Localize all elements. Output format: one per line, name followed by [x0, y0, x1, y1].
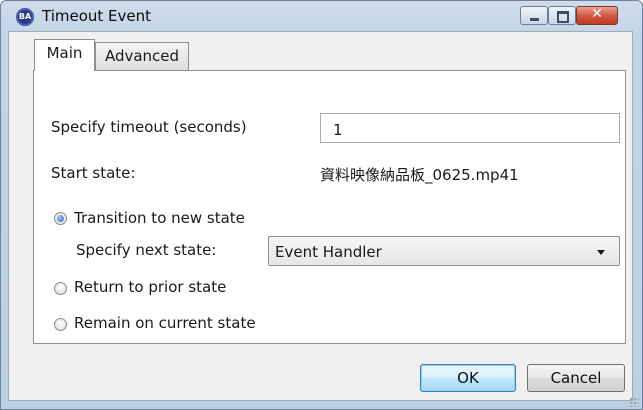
timeout-label: Specify timeout (seconds) — [51, 118, 247, 136]
return-prior-label[interactable]: Return to prior state — [74, 278, 226, 296]
ok-button[interactable]: OK — [420, 364, 516, 392]
chevron-down-icon — [597, 250, 605, 255]
cancel-button[interactable]: Cancel — [527, 364, 625, 392]
next-state-dropdown[interactable]: Event Handler — [268, 236, 620, 266]
main-tab-panel — [33, 70, 626, 344]
maximize-button[interactable] — [548, 6, 576, 25]
tab-advanced[interactable]: Advanced — [95, 42, 189, 70]
next-state-label: Specify next state: — [76, 241, 217, 259]
remain-current-label[interactable]: Remain on current state — [74, 314, 256, 332]
transition-radio[interactable] — [54, 212, 67, 225]
app-icon: BA — [16, 8, 34, 26]
minimize-button[interactable] — [520, 6, 548, 25]
close-button[interactable]: ✕ — [576, 6, 618, 25]
return-prior-radio[interactable] — [54, 282, 67, 295]
close-icon: ✕ — [591, 6, 603, 22]
next-state-selected: Event Handler — [275, 243, 382, 261]
window-title: Timeout Event — [42, 7, 152, 25]
remain-current-radio[interactable] — [54, 318, 67, 331]
start-state-value: 資料映像納品板_0625.mp41 — [320, 166, 519, 184]
tab-main[interactable]: Main — [34, 39, 95, 71]
resize-grip-icon[interactable] — [629, 397, 639, 407]
title-bar[interactable]: BA Timeout Event ✕ — [1, 1, 642, 31]
start-state-label: Start state: — [51, 164, 136, 182]
transition-label[interactable]: Transition to new state — [74, 209, 245, 227]
timeout-input[interactable]: 1 — [320, 113, 620, 143]
